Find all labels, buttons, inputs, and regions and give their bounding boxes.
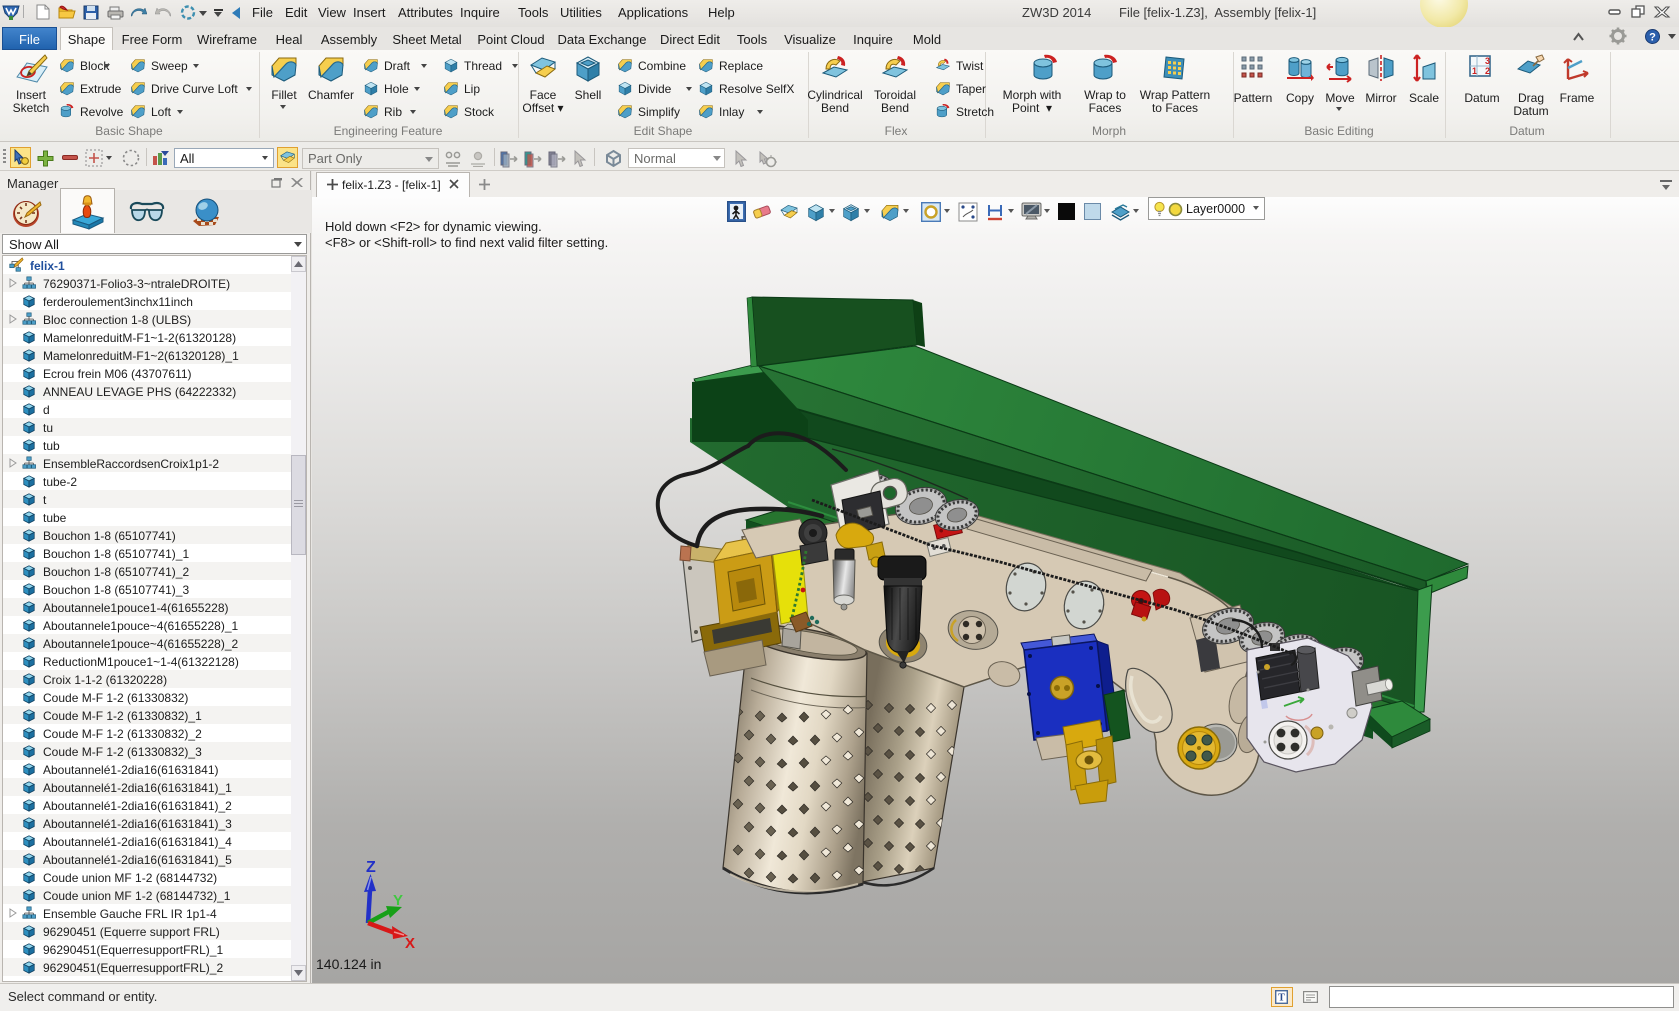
svg-text:T: T bbox=[1278, 993, 1285, 1004]
svg-text:Z: Z bbox=[366, 859, 376, 876]
svg-text:X: X bbox=[405, 935, 415, 952]
svg-text:?: ? bbox=[1649, 32, 1656, 44]
svg-text:Y: Y bbox=[393, 892, 403, 909]
